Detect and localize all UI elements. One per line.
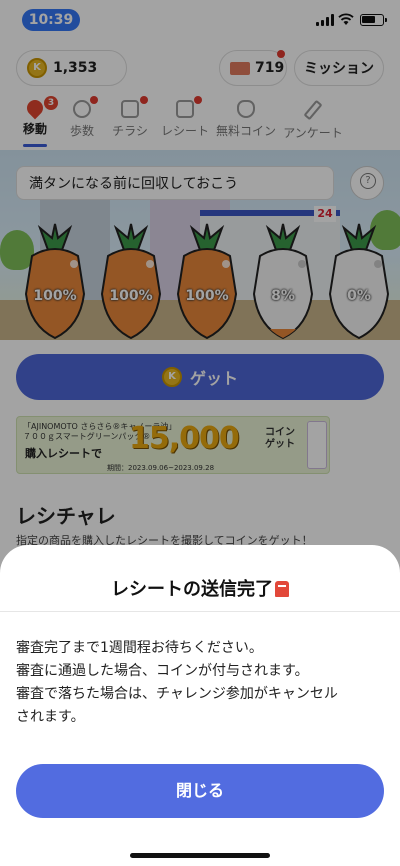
sheet-title: レシートの送信完了 bbox=[111, 579, 273, 600]
divider bbox=[0, 611, 400, 612]
receipt-sent-sheet: レシートの送信完了 審査完了まで1週間程お待ちください。 審査に通過した場合、コ… bbox=[0, 545, 400, 866]
close-button[interactable]: 閉じる bbox=[16, 764, 384, 818]
sheet-message: 審査完了まで1週間程お待ちください。 審査に通過した場合、コインが付与されます。… bbox=[16, 637, 388, 729]
app-screen: 10:39 1,353 719 ミッション 移動 3 歩数 bbox=[0, 0, 400, 866]
sheet-title-row: レシートの送信完了 bbox=[0, 575, 400, 601]
mailbox-icon bbox=[275, 581, 289, 597]
home-indicator bbox=[130, 853, 270, 858]
message-line: されます。 bbox=[16, 709, 85, 725]
message-line: 審査完了まで1週間程お待ちください。 bbox=[16, 640, 263, 656]
message-line: 審査で落ちた場合は、チャレンジ参加がキャンセル bbox=[16, 686, 338, 702]
message-line: 審査に通過した場合、コインが付与されます。 bbox=[16, 663, 309, 679]
